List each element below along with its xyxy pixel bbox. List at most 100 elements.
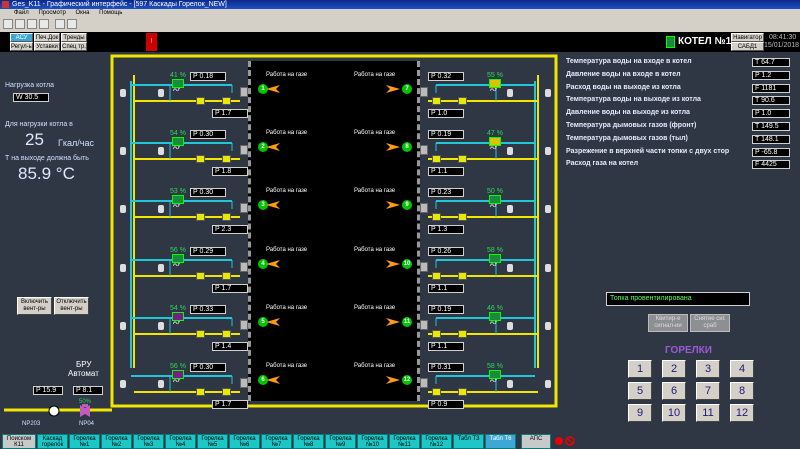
ack-alarm-button[interactable]: Квитир-е сигнал-ии (648, 314, 688, 332)
furnace-status-label: Работа на газе (266, 247, 308, 253)
burner-10-indicator[interactable]: 10 (402, 259, 412, 269)
gas-shutoff-valve[interactable] (458, 97, 467, 105)
burner-key-4[interactable]: 4 (730, 360, 754, 378)
gas-shutoff-valve[interactable] (432, 330, 441, 338)
burner-nozzle (240, 262, 248, 272)
gas-shutoff-valve[interactable] (432, 388, 441, 396)
gas-shutoff-valve[interactable] (432, 155, 441, 163)
gas-shutoff-valve[interactable] (432, 272, 441, 280)
burner-control-valve[interactable] (489, 79, 501, 88)
burner-pressure-top: P 0.32 (428, 72, 464, 81)
burner-key-7[interactable]: 7 (696, 382, 720, 400)
burner-key-9[interactable]: 9 (628, 404, 652, 422)
burner-control-valve[interactable] (489, 312, 501, 321)
gas-shutoff-valve[interactable] (222, 388, 231, 396)
gas-shutoff-valve[interactable] (458, 272, 467, 280)
burner-control-valve[interactable] (172, 137, 184, 146)
burner-key-6[interactable]: 6 (662, 382, 686, 400)
burner-key-12[interactable]: 12 (730, 404, 754, 422)
burner-control-valve[interactable] (172, 254, 184, 263)
t-out-label: Т на выходе должна быть (5, 155, 89, 162)
fans-off-button[interactable]: Отключить вент-ры (54, 297, 89, 315)
burners-keypad-title: ГОРЕЛКИ (665, 345, 712, 356)
gas-shutoff-valve[interactable] (222, 155, 231, 163)
gas-shutoff-valve[interactable] (458, 155, 467, 163)
tab-item[interactable]: Горелка №3 (133, 434, 164, 449)
load-label: Нагрузка котла (5, 82, 54, 89)
igniter-icon (120, 147, 126, 155)
burner-key-10[interactable]: 10 (662, 404, 686, 422)
tab-item[interactable]: Горелка №8 (293, 434, 324, 449)
gas-shutoff-valve[interactable] (432, 213, 441, 221)
tab-item[interactable]: Горелка №4 (165, 434, 196, 449)
gas-shutoff-valve[interactable] (222, 213, 231, 221)
gas-shutoff-valve[interactable] (222, 330, 231, 338)
gas-shutoff-valve[interactable] (432, 97, 441, 105)
burner-control-valve[interactable] (489, 137, 501, 146)
burner-key-3[interactable]: 3 (696, 360, 720, 378)
param-value: P -65.8 (752, 147, 790, 157)
furnace-status-label: Работа на газе (354, 130, 396, 136)
burner-nozzle (240, 378, 248, 388)
burner-control-valve[interactable] (489, 195, 501, 204)
burner-control-valve[interactable] (489, 254, 501, 263)
burner-pressure-top: P 0.23 (428, 188, 464, 197)
igniter-icon (120, 264, 126, 272)
gas-shutoff-valve[interactable] (196, 388, 205, 396)
burner-pressure-top: P 0.18 (190, 72, 226, 81)
burner-12-indicator[interactable]: 12 (402, 375, 412, 385)
burner-key-11[interactable]: 11 (696, 404, 720, 422)
tab-item[interactable]: Горелка №9 (325, 434, 356, 449)
flame-icon (386, 143, 400, 151)
gas-shutoff-valve[interactable] (196, 272, 205, 280)
burner-pressure-bottom: P 0.9 (428, 400, 464, 409)
tab-item[interactable]: АПС (521, 434, 551, 449)
gas-shutoff-valve[interactable] (458, 388, 467, 396)
burner-11-indicator[interactable]: 11 (402, 317, 412, 327)
fans-on-button[interactable]: Включить вент-ры (17, 297, 52, 315)
burner-key-5[interactable]: 5 (628, 382, 652, 400)
tab-item[interactable]: Каскад горелок (37, 434, 68, 449)
burner-nozzle (420, 145, 428, 155)
furnace-status-label: Работа на газе (266, 188, 308, 194)
bru-label: БРУ (76, 360, 92, 369)
gas-shutoff-valve[interactable] (222, 272, 231, 280)
burner-pressure-bottom: P 1.8 (212, 167, 248, 176)
reset-alarm-button[interactable]: Снятие сиг. сраб (690, 314, 730, 332)
burner-control-valve[interactable] (172, 370, 184, 379)
burner-8-indicator[interactable]: 8 (402, 142, 412, 152)
param-label: Давление воды на входе в котел (566, 70, 681, 78)
gas-shutoff-valve[interactable] (458, 213, 467, 221)
burner-control-valve[interactable] (489, 370, 501, 379)
gas-shutoff-valve[interactable] (458, 330, 467, 338)
burner-key-1[interactable]: 1 (628, 360, 652, 378)
gas-shutoff-valve[interactable] (196, 330, 205, 338)
burner-control-valve[interactable] (172, 195, 184, 204)
tab-item[interactable]: Поиском К11 (2, 434, 36, 449)
gas-shutoff-valve[interactable] (196, 155, 205, 163)
gas-shutoff-valve[interactable] (222, 97, 231, 105)
burner-key-2[interactable]: 2 (662, 360, 686, 378)
tab-item[interactable]: Горелка №5 (197, 434, 228, 449)
burner-key-8[interactable]: 8 (730, 382, 754, 400)
gas-shutoff-valve[interactable] (196, 213, 205, 221)
tab-item[interactable]: Горелка №1 (69, 434, 100, 449)
burner-nozzle (420, 378, 428, 388)
param-label: Температура воды на выходе из котла (566, 96, 701, 104)
flame-icon (266, 201, 280, 209)
burner-7-indicator[interactable]: 7 (402, 84, 412, 94)
tab-item[interactable]: Табл Т3 (453, 434, 484, 449)
tab-item[interactable]: Табл Т6 (485, 434, 516, 449)
gas-shutoff-valve[interactable] (196, 97, 205, 105)
tab-item[interactable]: Горелка №12 (421, 434, 452, 449)
burner-control-valve[interactable] (172, 79, 184, 88)
burner-control-valve[interactable] (172, 312, 184, 321)
tab-item[interactable]: Горелка №6 (229, 434, 260, 449)
tab-item[interactable]: Горелка №11 (389, 434, 420, 449)
tab-item[interactable]: Горелка №7 (261, 434, 292, 449)
tab-item[interactable]: Горелка №2 (101, 434, 132, 449)
burner-9-indicator[interactable]: 9 (402, 200, 412, 210)
sound-alarm-icon[interactable] (553, 434, 579, 448)
tab-item[interactable]: Горелка №10 (357, 434, 388, 449)
flame-icon (386, 85, 400, 93)
